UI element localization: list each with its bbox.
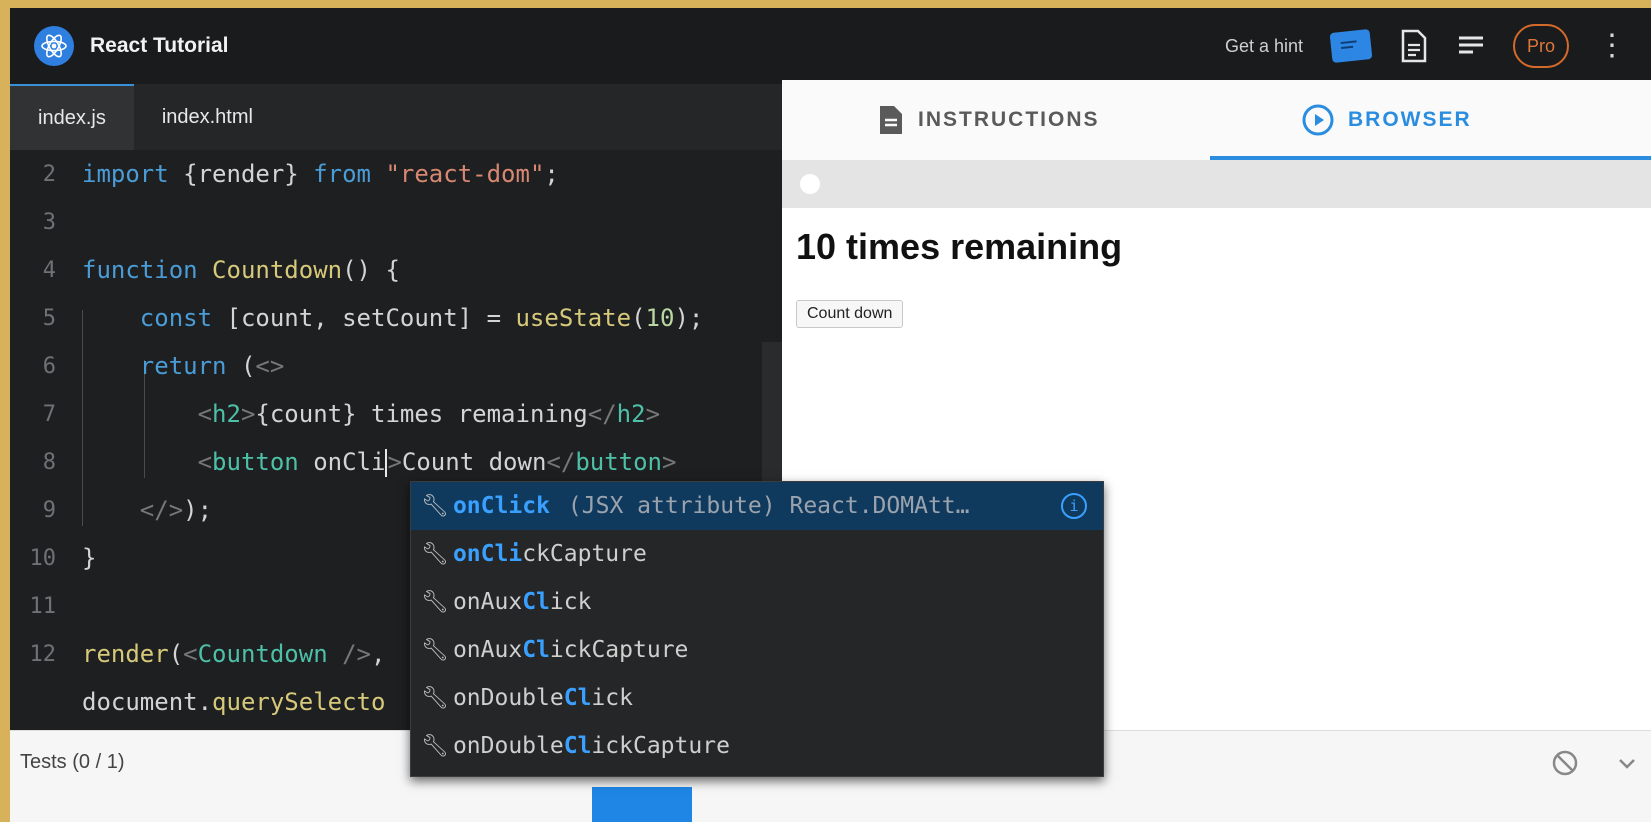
document-icon[interactable] (1399, 29, 1429, 63)
browser-dot-icon (800, 174, 820, 194)
react-logo-icon (34, 26, 74, 66)
tests-status[interactable]: Tests (0 / 1) (20, 751, 124, 774)
autocomplete-label: onAuxClick (452, 589, 592, 615)
wrench-icon: 🔧︎ (421, 541, 449, 567)
count-down-button[interactable]: Count down (796, 300, 904, 328)
tab-instructions[interactable]: INSTRUCTIONS (878, 80, 1100, 160)
autocomplete-item[interactable]: 🔧︎ onClickCapture (411, 530, 1103, 578)
play-circle-icon (1302, 104, 1334, 136)
autocomplete-item[interactable]: 🔧︎ onDoubleClick (411, 674, 1103, 722)
app-title: React Tutorial (90, 34, 229, 57)
tab-index-js[interactable]: index.js (10, 84, 134, 150)
autocomplete-label: onClickCapture (452, 541, 647, 567)
autocomplete-label: onClick (452, 493, 550, 519)
hint-card-icon[interactable] (1329, 28, 1373, 64)
autocomplete-label: onDoubleClickCapture (452, 733, 730, 759)
notes-icon[interactable] (1457, 35, 1485, 57)
wrench-icon: 🔧︎ (421, 637, 449, 663)
pro-badge[interactable]: Pro (1513, 24, 1569, 68)
get-hint-link[interactable]: Get a hint (1225, 36, 1303, 57)
code-line: 3 (42, 209, 56, 235)
autocomplete-dropdown: 🔧︎ onClick (JSX attribute) React.DOMAtt… i 🔧… (410, 481, 1104, 777)
autocomplete-detail: (JSX attribute) React.DOMAtt… (567, 493, 970, 519)
code-line: 7 <h2>{count} times remaining</h2> (42, 400, 661, 428)
tab-browser[interactable]: BROWSER (1302, 80, 1472, 160)
code-line: document.querySelecto (82, 688, 386, 716)
more-menu-icon[interactable]: ⋮ (1597, 31, 1627, 61)
wrench-icon: 🔧︎ (421, 733, 449, 759)
code-line: 5 const [count, setCount] = useState(10)… (42, 304, 704, 332)
browser-address-bar[interactable] (782, 160, 1651, 208)
panel-tabs: INSTRUCTIONS BROWSER (782, 80, 1651, 160)
code-line: 6 return (<> (42, 352, 285, 380)
autocomplete-item[interactable]: 🔧︎ onDoubleClickCapture (411, 722, 1103, 770)
code-line: 9 </>); (42, 496, 213, 524)
wrench-icon: 🔧︎ (421, 685, 449, 711)
editor-tabs: index.js index.html (10, 84, 782, 150)
tab-instructions-label: INSTRUCTIONS (918, 108, 1100, 131)
autocomplete-label: onAuxClickCapture (452, 637, 689, 663)
code-line: 8 <button onCli>Count down</button> (42, 447, 677, 477)
code-line: 2 import {render} from "react-dom"; (42, 160, 559, 188)
code-line: 11 (29, 593, 57, 619)
document-icon (880, 106, 902, 134)
block-icon[interactable] (1551, 749, 1579, 783)
autocomplete-label: onDoubleClick (452, 685, 633, 711)
chevron-down-icon[interactable] (1615, 749, 1639, 783)
info-icon[interactable]: i (1061, 493, 1087, 519)
preview-heading: 10 times remaining (796, 226, 1123, 267)
wrench-icon: 🔧︎ (421, 589, 449, 615)
autocomplete-item[interactable]: 🔧︎ onAuxClickCapture (411, 626, 1103, 674)
code-line: 12 render(<Countdown />, (29, 640, 386, 668)
tab-index-html[interactable]: index.html (134, 84, 281, 150)
wrench-icon: 🔧︎ (421, 493, 449, 519)
autocomplete-item[interactable]: 🔧︎ onClick (JSX attribute) React.DOMAtt… i (411, 482, 1103, 530)
top-bar: React Tutorial Get a hint Pro ⋮ (10, 8, 1651, 84)
tab-browser-label: BROWSER (1348, 108, 1472, 131)
code-line: 10 } (29, 544, 97, 572)
app-window: React Tutorial Get a hint Pro ⋮ index.js… (10, 8, 1651, 822)
code-line: 4 function Countdown() { (42, 256, 400, 284)
autocomplete-item[interactable]: 🔧︎ onAuxClick (411, 578, 1103, 626)
run-button[interactable] (592, 787, 692, 822)
